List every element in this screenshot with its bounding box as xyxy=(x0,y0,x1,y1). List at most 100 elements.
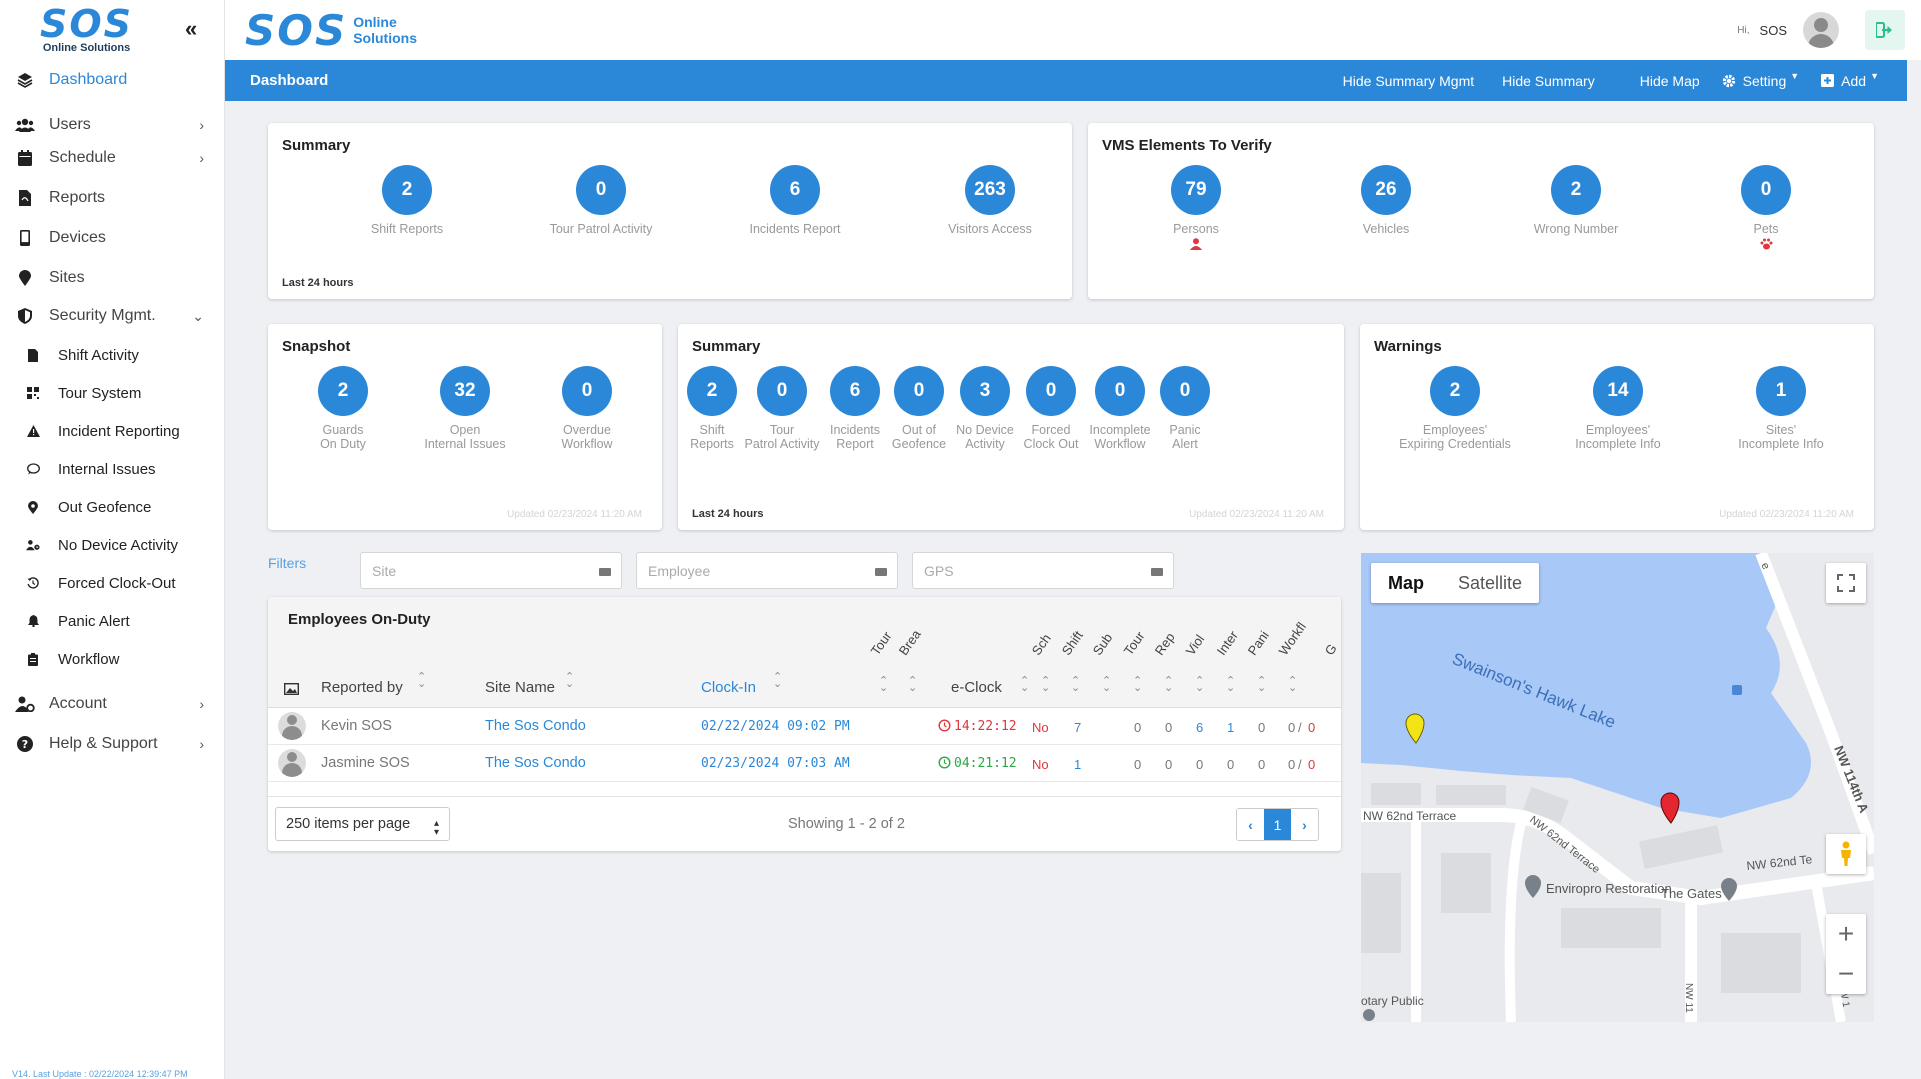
stat-wrong-number[interactable]: 2 Wrong Number xyxy=(1506,165,1646,236)
stat-expiring-credentials[interactable]: 2 Employees' Expiring Credentials xyxy=(1385,366,1525,451)
table-row[interactable]: Kevin SOS The Sos Condo 02/22/2024 09:02… xyxy=(268,708,1341,745)
sidebar-item-shift-activity[interactable]: Shift Activity xyxy=(0,336,224,374)
sidebar-item-schedule[interactable]: Schedule › xyxy=(0,138,224,178)
cell-e-clock: 04:21:12 xyxy=(954,756,1017,771)
sort-icon[interactable] xyxy=(565,670,575,691)
header-pani[interactable]: Pani xyxy=(1245,628,1272,658)
cell-shift[interactable]: 1 xyxy=(1074,757,1081,772)
header-site-name[interactable]: Site Name xyxy=(485,679,555,696)
header-clock-in[interactable]: Clock-In xyxy=(701,679,756,696)
header-shift[interactable]: Shift xyxy=(1059,628,1086,658)
sidebar-item-sites[interactable]: Sites xyxy=(0,258,224,298)
sort-icon[interactable] xyxy=(1102,674,1112,695)
sidebar-item-reports[interactable]: Reports xyxy=(0,178,224,218)
map-type-satellite-button[interactable]: Satellite xyxy=(1441,563,1539,603)
hide-summary-mgmt-button[interactable]: Hide Summary Mgmt xyxy=(1343,73,1474,89)
sort-icon[interactable] xyxy=(1133,674,1143,695)
sidebar-item-account[interactable]: Account › xyxy=(0,684,224,724)
header-inter[interactable]: Inter xyxy=(1214,628,1241,658)
map-canvas[interactable]: Swainson's Hawk Lake NW 62nd Terrace NW … xyxy=(1361,553,1874,1022)
stat-vehicles[interactable]: 26 Vehicles xyxy=(1316,165,1456,236)
header-e-clock[interactable]: e-Clock xyxy=(951,679,1002,696)
header-reported-by[interactable]: Reported by xyxy=(321,679,403,696)
sidebar-item-dashboard[interactable]: Dashboard xyxy=(0,60,224,100)
page-number-button[interactable]: 1 xyxy=(1264,809,1291,840)
sort-icon[interactable] xyxy=(417,670,427,691)
sidebar-item-security-mgmt[interactable]: Security Mgmt. ⌄ xyxy=(0,296,224,336)
prev-page-button[interactable]: ‹ xyxy=(1237,809,1264,840)
header-logo[interactable]: SOS Online Solutions xyxy=(245,6,417,55)
sort-icon[interactable] xyxy=(1164,674,1174,695)
sort-icon[interactable] xyxy=(773,670,783,691)
sidebar-item-workflow[interactable]: Workflow xyxy=(0,640,224,678)
sidebar-item-out-geofence[interactable]: Out Geofence xyxy=(0,488,224,526)
zoom-out-button[interactable]: − xyxy=(1826,954,1866,994)
hide-summary-button[interactable]: Hide Summary xyxy=(1502,73,1595,89)
sort-icon[interactable] xyxy=(1226,674,1236,695)
gps-filter-input[interactable] xyxy=(913,553,1133,588)
stat-overdue-workflow[interactable]: 0 Overdue Workflow xyxy=(517,366,657,451)
sidebar-item-label: Out Geofence xyxy=(58,498,152,516)
add-dropdown[interactable]: Add ▼ xyxy=(1821,71,1879,89)
header-tour[interactable]: Tour xyxy=(868,629,895,658)
fullscreen-button[interactable] xyxy=(1826,563,1866,603)
sort-icon[interactable] xyxy=(1195,674,1205,695)
sidebar-item-tour-system[interactable]: Tour System xyxy=(0,374,224,412)
sidebar-item-devices[interactable]: Devices xyxy=(0,218,224,258)
avatar[interactable] xyxy=(1803,12,1839,48)
stat-employees-incomplete[interactable]: 14 Employees' Incomplete Info xyxy=(1548,366,1688,451)
sidebar-item-panic-alert[interactable]: Panic Alert xyxy=(0,602,224,640)
street-view-pegman[interactable] xyxy=(1826,834,1866,874)
header-rep[interactable]: Rep xyxy=(1152,630,1178,658)
stat-summary-item[interactable]: 0 Panic Alert xyxy=(1115,366,1255,451)
cell-shift[interactable]: 7 xyxy=(1074,720,1081,735)
stat-pets[interactable]: 0 Pets xyxy=(1696,165,1836,253)
cell-clock-in: 02/23/2024 07:03 AM xyxy=(701,756,850,771)
stat-guards-on-duty[interactable]: 2 Guards On Duty xyxy=(273,366,413,451)
sort-icon[interactable] xyxy=(879,674,889,695)
sidebar-item-internal-issues[interactable]: Internal Issues xyxy=(0,450,224,488)
zoom-in-button[interactable]: + xyxy=(1826,914,1866,954)
stat-persons[interactable]: 79 Persons xyxy=(1126,165,1266,253)
header-sub[interactable]: Sub xyxy=(1090,630,1116,658)
collapse-sidebar-icon[interactable]: « xyxy=(185,16,197,42)
setting-dropdown[interactable]: Setting ▼ xyxy=(1722,71,1799,89)
cell-viol[interactable]: 6 xyxy=(1196,720,1203,735)
sort-icon[interactable] xyxy=(1020,674,1030,695)
sidebar-item-forced-clock-out[interactable]: Forced Clock-Out xyxy=(0,564,224,602)
table-row[interactable]: Jasmine SOS The Sos Condo 02/23/2024 07:… xyxy=(268,745,1341,782)
sort-icon[interactable] xyxy=(1257,674,1267,695)
header-sch[interactable]: Sch xyxy=(1029,631,1054,658)
stat-incidents-report[interactable]: 6 Incidents Report xyxy=(725,165,865,236)
stat-open-internal-issues[interactable]: 32 Open Internal Issues xyxy=(395,366,535,451)
sort-icon[interactable] xyxy=(1288,674,1298,695)
header-tour-2[interactable]: Tour xyxy=(1121,629,1148,658)
sort-icon[interactable] xyxy=(1041,674,1051,695)
hide-map-button[interactable]: Hide Map xyxy=(1640,73,1700,89)
sort-icon[interactable] xyxy=(908,674,918,695)
cell-site-name[interactable]: The Sos Condo xyxy=(485,718,586,734)
sidebar-item-help-support[interactable]: ? Help & Support › xyxy=(0,724,224,764)
header-viol[interactable]: Viol xyxy=(1183,632,1208,658)
filters-label[interactable]: Filters xyxy=(268,555,306,571)
logout-button[interactable] xyxy=(1865,10,1905,50)
employee-filter-input[interactable] xyxy=(637,553,857,588)
stat-tour-patrol[interactable]: 0 Tour Patrol Activity xyxy=(531,165,671,236)
header-break[interactable]: Brea xyxy=(896,627,924,658)
sidebar-item-incident-reporting[interactable]: Incident Reporting xyxy=(0,412,224,450)
sort-icon[interactable] xyxy=(1071,674,1081,695)
stat-shift-reports[interactable]: 2 Shift Reports xyxy=(337,165,477,236)
header-g[interactable]: G xyxy=(1322,641,1340,658)
cell-site-name[interactable]: The Sos Condo xyxy=(485,755,586,771)
map[interactable]: Swainson's Hawk Lake NW 62nd Terrace NW … xyxy=(1361,553,1874,1022)
header-workflow[interactable]: Workfl xyxy=(1276,619,1309,658)
site-filter-input[interactable] xyxy=(361,553,581,588)
cell-inter[interactable]: 1 xyxy=(1227,720,1234,735)
stat-visitors-access[interactable]: 263 Visitors Access xyxy=(920,165,1060,236)
stat-sites-incomplete[interactable]: 1 Sites' Incomplete Info xyxy=(1711,366,1851,451)
map-type-map-button[interactable]: Map xyxy=(1371,563,1441,603)
sidebar-logo[interactable]: SOS Online Solutions « xyxy=(0,0,224,60)
items-per-page-select[interactable]: 250 items per page ▴ ▾ xyxy=(275,807,450,841)
next-page-button[interactable]: › xyxy=(1291,809,1318,840)
sidebar-item-no-device-activity[interactable]: No Device Activity xyxy=(0,526,224,564)
